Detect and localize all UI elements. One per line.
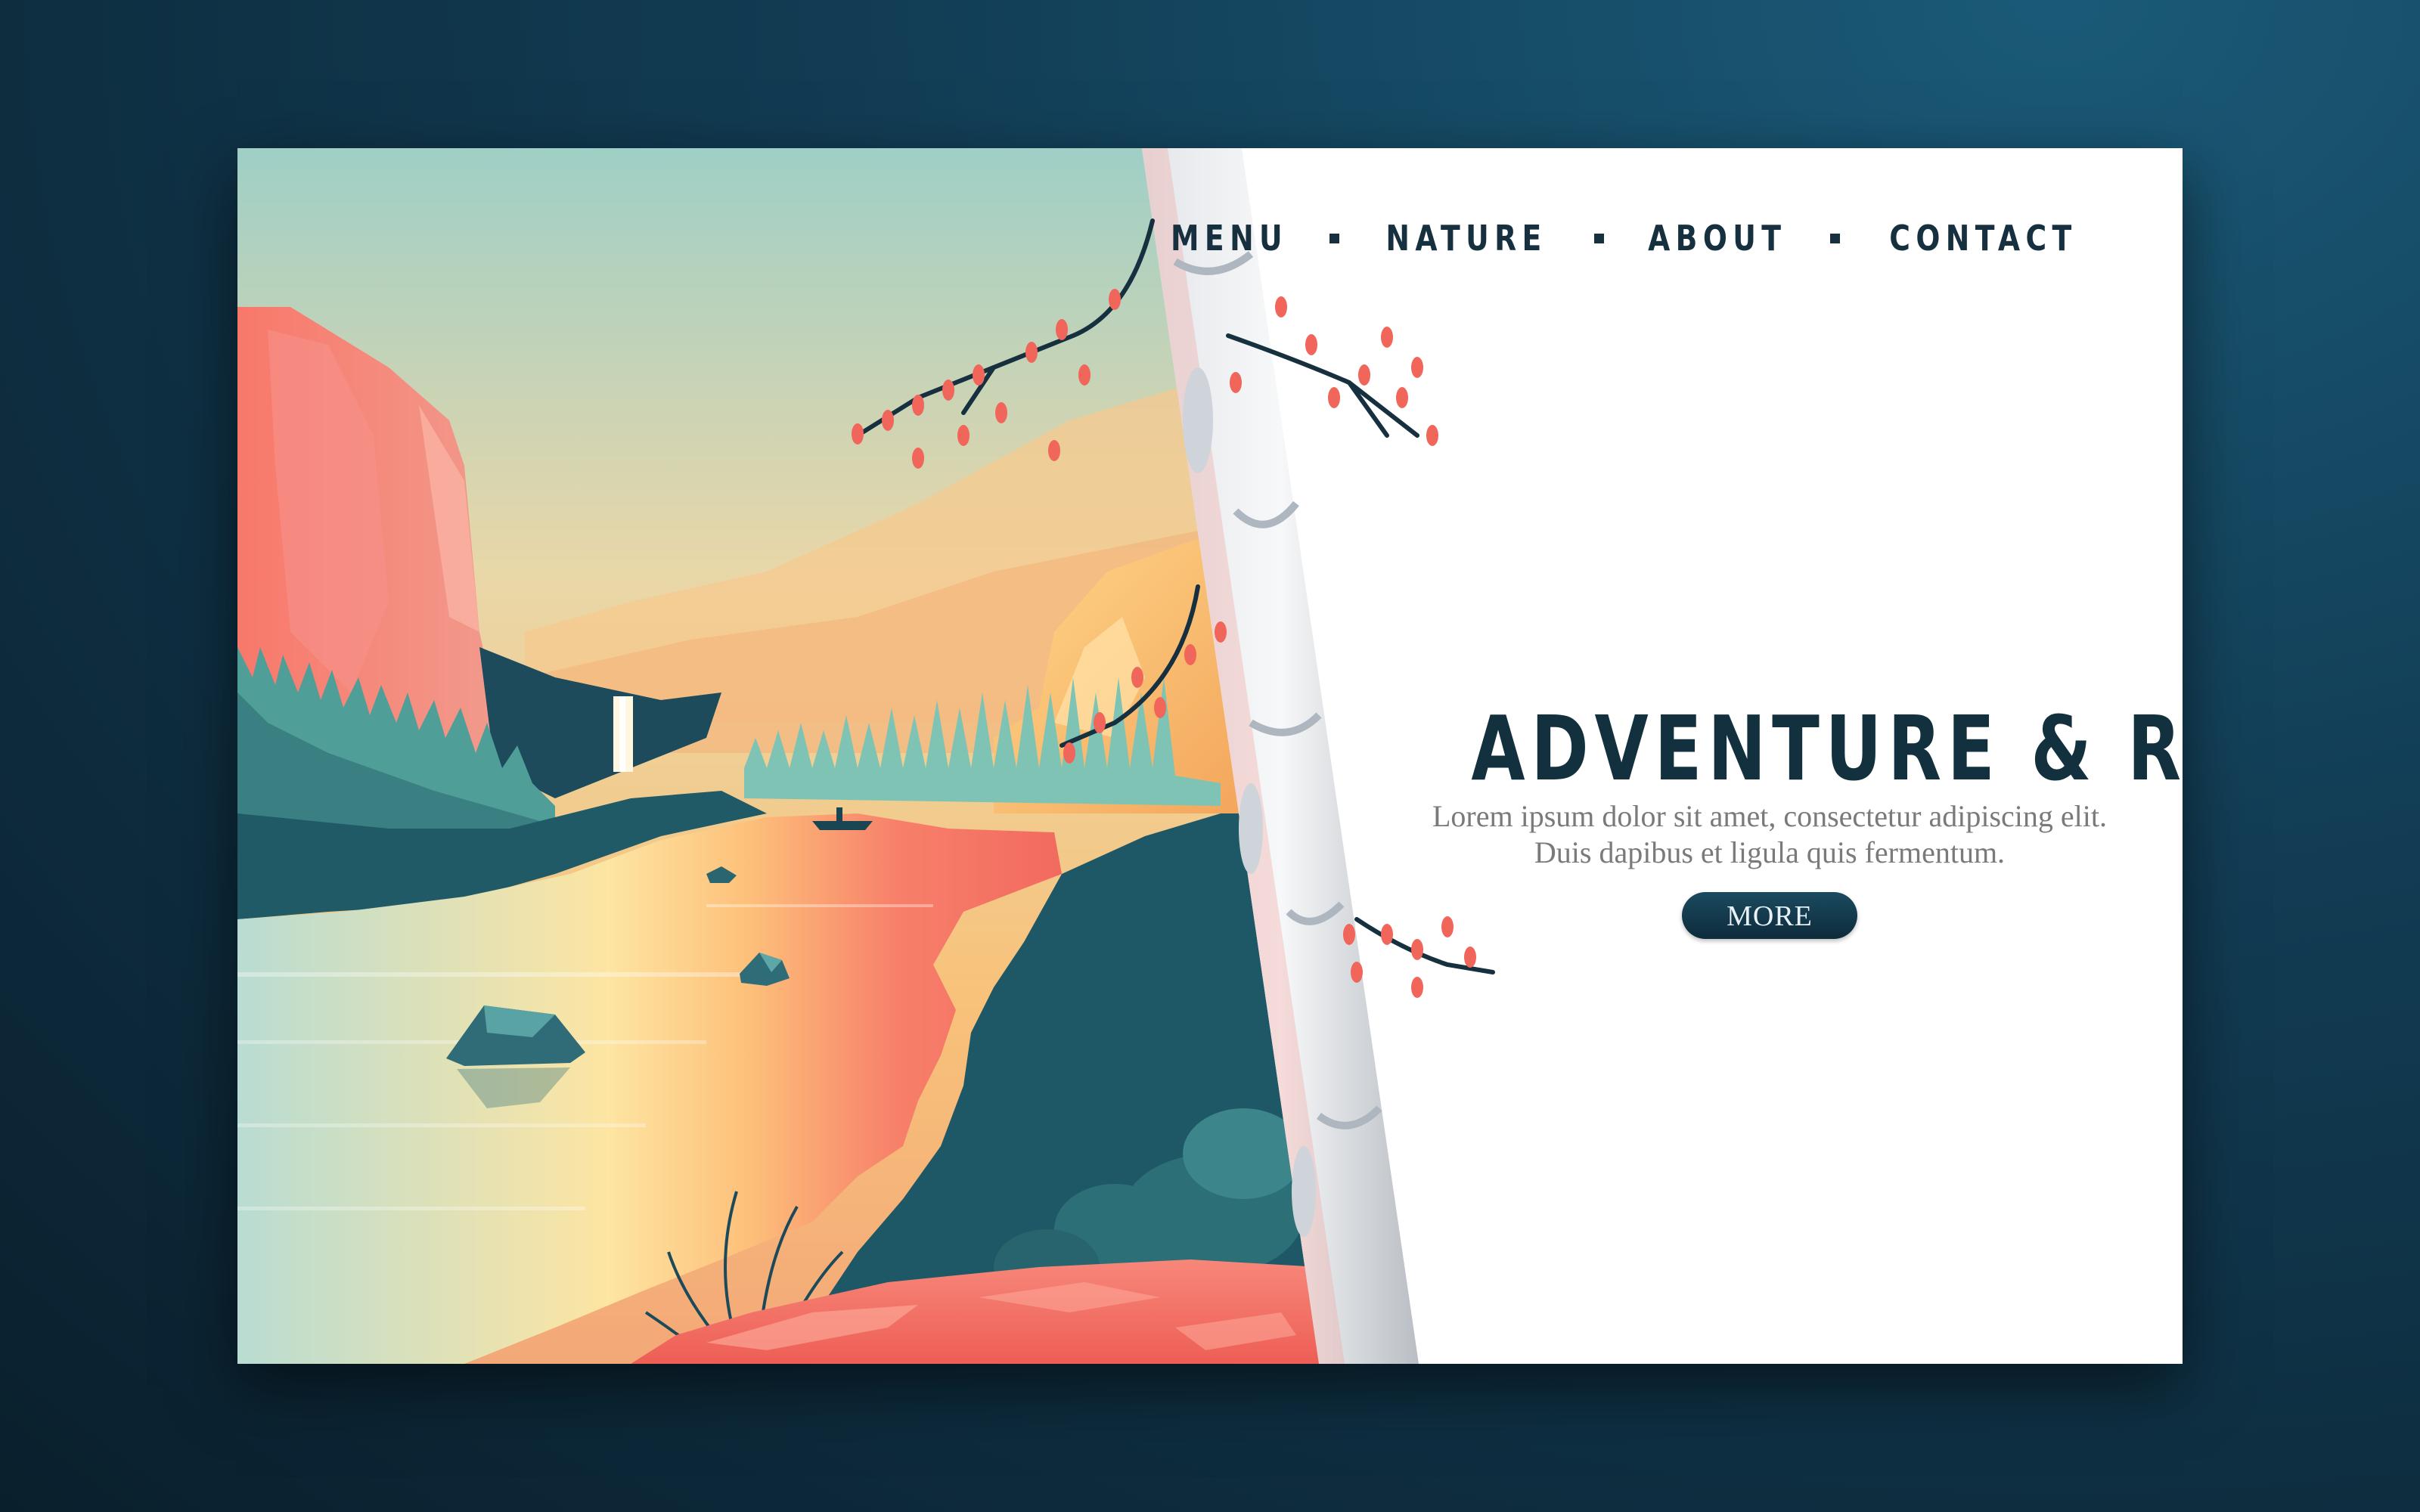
- nav-separator: [1830, 233, 1841, 243]
- top-navigation: MENU NATURE ABOUT CONTACT: [1158, 218, 2098, 259]
- nav-item-about[interactable]: ABOUT: [1648, 218, 1786, 259]
- nav-item-menu[interactable]: MENU: [1171, 218, 1288, 259]
- nav-separator: [1329, 233, 1340, 243]
- hero-subtitle-line-1: Lorem ipsum dolor sit amet, consectetur …: [1432, 798, 2107, 833]
- nav-item-contact[interactable]: CONTACT: [1889, 218, 2077, 259]
- nav-separator: [1593, 233, 1604, 243]
- hero-section: ADVENTURE & RIVER Lorem ipsum dolor sit …: [1387, 696, 2183, 939]
- nav-item-nature[interactable]: NATURE: [1386, 218, 1547, 259]
- more-button[interactable]: MORE: [1682, 891, 1857, 939]
- hero-title: ADVENTURE & RIVER: [1471, 696, 2183, 801]
- hero-subtitle-line-2: Duis dapibus et ligula quis fermentum.: [1534, 835, 2006, 869]
- landing-card: MENU NATURE ABOUT CONTACT ADVENTURE & RI…: [237, 148, 2183, 1364]
